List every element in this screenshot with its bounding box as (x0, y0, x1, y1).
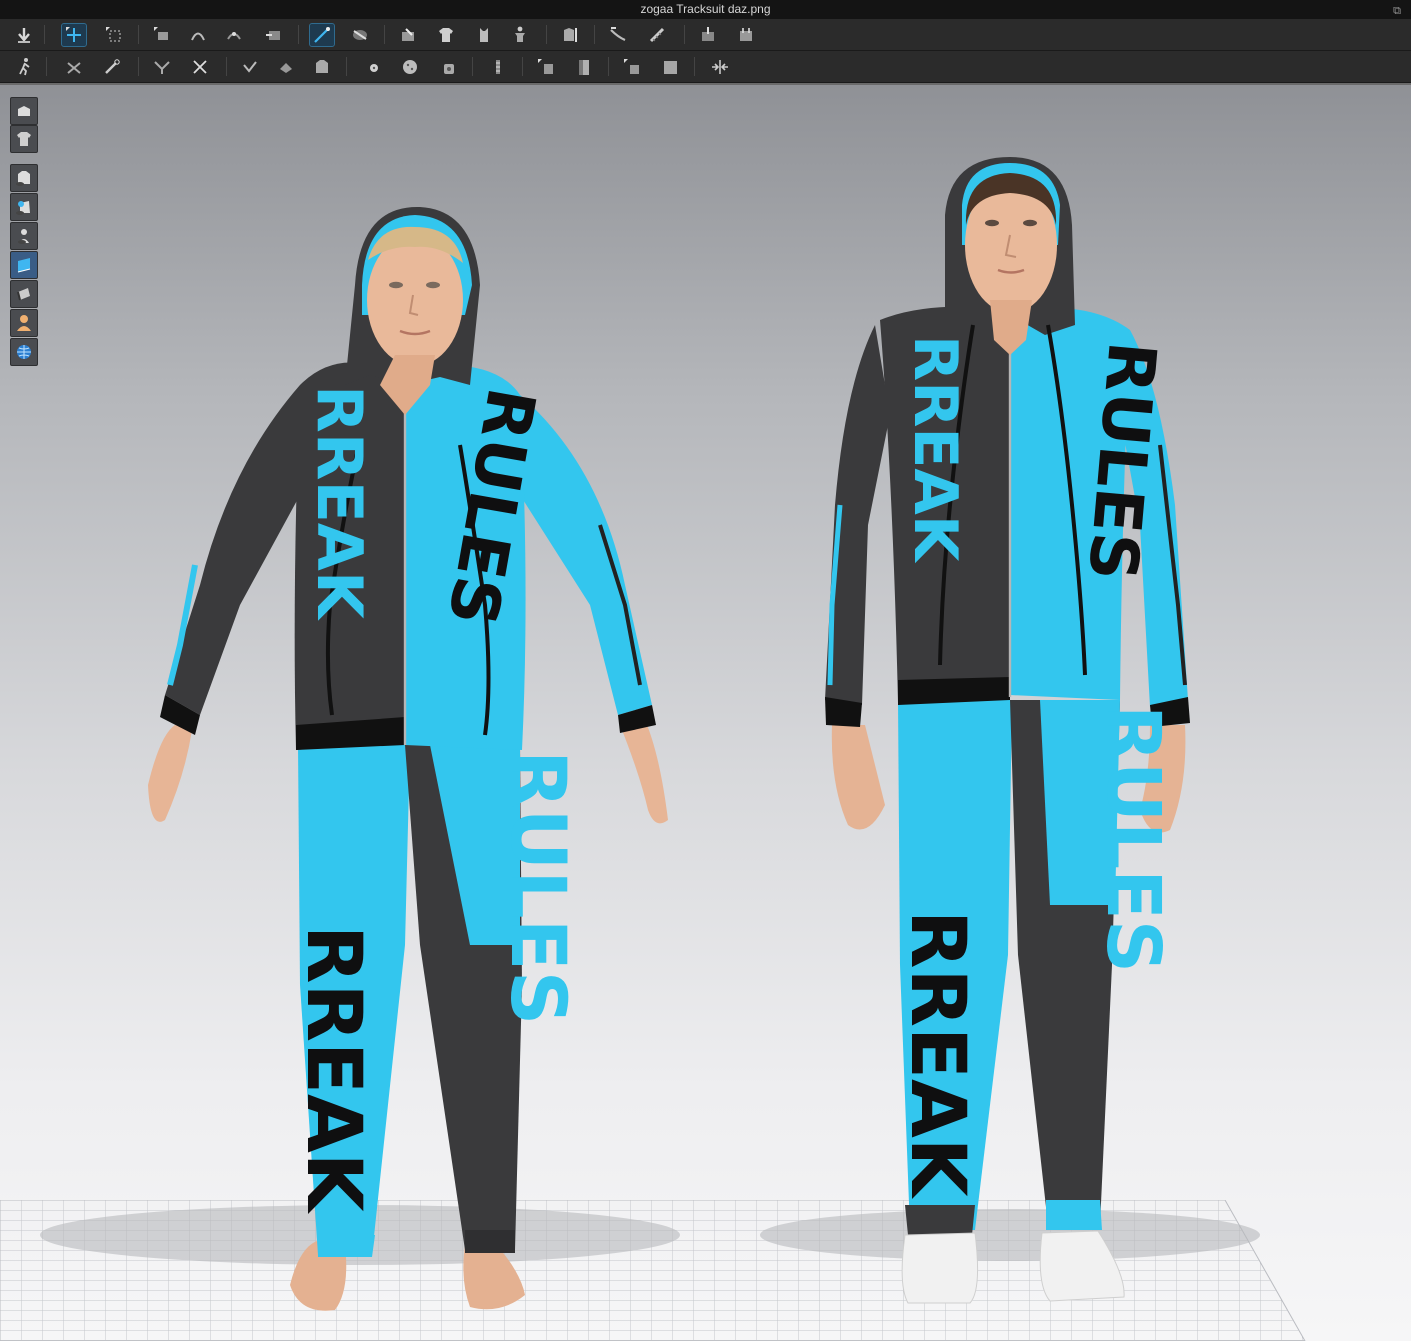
fitting-icon[interactable] (572, 56, 596, 78)
select-button-icon[interactable] (310, 56, 334, 78)
thickness-icon[interactable] (658, 56, 682, 78)
sewing-icon[interactable] (396, 24, 420, 46)
tape-measure-icon[interactable] (646, 24, 670, 46)
avatar-measure-icon[interactable] (508, 24, 532, 46)
window-title: zogaa Tracksuit daz.png (640, 2, 771, 16)
hoodie2-left-sleeve (825, 325, 890, 705)
walk-pose-icon[interactable] (12, 56, 36, 78)
select-box-icon[interactable] (102, 24, 126, 46)
transform-tool-icon[interactable] (61, 23, 87, 47)
curve-point-icon[interactable] (222, 24, 246, 46)
button-tool-icon[interactable] (360, 56, 384, 78)
window-titlebar: zogaa Tracksuit daz.png ⧉ (0, 0, 1411, 19)
print2-hoodie-left: RREAK (900, 335, 970, 564)
arrangement-icon[interactable] (558, 24, 582, 46)
pin-box-icon[interactable] (734, 24, 758, 46)
tack-icon[interactable] (606, 24, 630, 46)
edit-pattern-icon[interactable] (62, 56, 86, 78)
trim-icon[interactable] (100, 56, 124, 78)
align-center-icon[interactable] (708, 56, 732, 78)
button-icon[interactable] (238, 56, 262, 78)
segment-tool-icon[interactable] (150, 24, 174, 46)
garment-shirt-icon[interactable] (434, 24, 458, 46)
main-toolbar-row-1 (0, 19, 1411, 51)
fold-curve-icon[interactable] (534, 56, 558, 78)
select-mesh-icon[interactable] (309, 23, 335, 47)
3d-viewport[interactable]: RREAK RULES RULES RREAK RREAK RULES RULE… (0, 83, 1411, 1341)
import-arrow-icon[interactable] (12, 24, 36, 46)
main-toolbar-row-2 (0, 51, 1411, 83)
garment-vest-icon[interactable] (472, 24, 496, 46)
print2-pants-right: RULES (1090, 705, 1176, 973)
avatar-cut-icon[interactable] (150, 56, 174, 78)
left-sneaker (901, 1232, 979, 1304)
topstitch-icon[interactable] (398, 56, 422, 78)
pin-icon[interactable] (696, 24, 720, 46)
pressing-icon[interactable] (620, 56, 644, 78)
print2-pants-left: RREAK (894, 910, 983, 1200)
edit-curve-icon[interactable] (186, 24, 210, 46)
buttonhole-icon[interactable] (274, 56, 298, 78)
zip-puller-icon[interactable] (436, 56, 460, 78)
right-avatar-left-hand (831, 725, 885, 830)
fold-arrange-icon[interactable] (348, 24, 372, 46)
zipper-icon[interactable] (188, 56, 212, 78)
add-point-icon[interactable] (262, 24, 286, 46)
fold-line-icon[interactable] (486, 56, 510, 78)
avatar-right: RREAK RULES RULES RREAK (760, 157, 1260, 1304)
